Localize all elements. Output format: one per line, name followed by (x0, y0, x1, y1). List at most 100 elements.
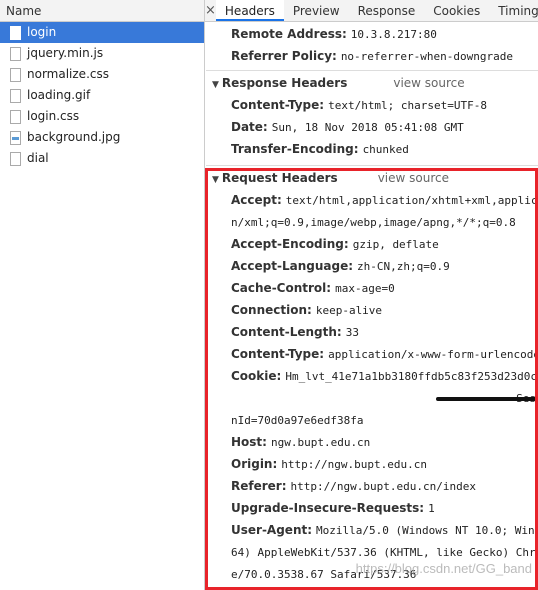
header-value: ngw.bupt.edu.cn (270, 436, 371, 449)
header-key: Content-Type: (231, 347, 325, 361)
header-key: Content-Type: (231, 98, 325, 112)
file-list-item[interactable]: login (0, 22, 204, 43)
header-value: text/html; charset=UTF-8 (328, 99, 488, 112)
header-row: Connection: keep-alive (206, 299, 538, 321)
triangle-down-icon[interactable]: ▼ (212, 175, 219, 185)
file-list-item[interactable]: loading.gif (0, 85, 204, 106)
header-row-continuation: 64) AppleWebKit/537.36 (KHTML, like Geck… (206, 541, 538, 563)
header-row-cookie: Cookie: Hm_lvt_41e71a1bb3180ffdb5c83f253d… (206, 365, 538, 387)
header-value: 10.3.8.217:80 (350, 28, 437, 41)
view-source-link[interactable]: view source (378, 171, 449, 185)
header-key: Origin: (231, 457, 278, 471)
header-row-continuation: n/xml;q=0.9,image/webp,image/apng,*/*;q=… (206, 211, 538, 233)
tab-headers[interactable]: Headers (215, 0, 284, 21)
header-key: Accept-Encoding: (231, 237, 349, 251)
section-title: Response Headers (221, 76, 348, 90)
triangle-down-icon[interactable]: ▼ (212, 80, 219, 90)
header-value: http://ngw.bupt.edu.cn/index (290, 480, 476, 493)
header-row: Accept-Encoding: gzip, deflate (206, 233, 538, 255)
file-list: login jquery.min.js normalize.css loading.g… (0, 22, 204, 169)
header-key: Transfer-Encoding: (231, 142, 359, 156)
header-value: chunked (362, 143, 409, 156)
header-row: Transfer-Encoding: chunked (206, 138, 538, 160)
request-list-panel: Name login jquery.min.js normalize.css load… (0, 0, 205, 590)
file-name: login (27, 25, 57, 39)
file-name: normalize.css (27, 67, 109, 81)
file-name: login.css (27, 109, 80, 123)
header-key: Referrer Policy: (231, 49, 337, 63)
header-key: Remote Address: (231, 27, 347, 41)
header-value: zh-CN,zh;q=0.9 (357, 260, 450, 273)
file-list-item[interactable]: background.jpg (0, 127, 204, 148)
header-value: e/70.0.3538.67 Safari/537.36 (231, 568, 417, 581)
remote-address-row: Remote Address: 10.3.8.217:80 (206, 23, 538, 45)
header-value: Sun, 18 Nov 2018 05:41:08 GMT (271, 121, 464, 134)
file-name: loading.gif (27, 88, 91, 102)
file-name: background.jpg (27, 130, 121, 144)
header-value: application/x-www-form-urlencoded (328, 348, 538, 361)
header-value: 33 (345, 326, 359, 339)
header-key: Content-Length: (231, 325, 342, 339)
header-row-accept: Accept: text/html,application/xhtml+xml,a… (206, 189, 538, 211)
header-key: Upgrade-Insecure-Requests: (231, 501, 425, 515)
request-headers-section[interactable]: ▼ Request Headers view source (206, 165, 538, 189)
header-row: Cache-Control: max-age=0 (206, 277, 538, 299)
header-value: text/html,application/xhtml+xml,applicat (285, 194, 538, 207)
header-key: User-Agent: (231, 523, 313, 537)
header-value: http://ngw.bupt.edu.cn (281, 458, 427, 471)
view-source-link[interactable]: view source (393, 76, 464, 90)
header-key: Connection: (231, 303, 312, 317)
header-row: Content-Length: 33 (206, 321, 538, 343)
name-column-header[interactable]: Name (0, 0, 204, 22)
image-icon (10, 130, 21, 145)
response-headers-section[interactable]: ▼ Response Headers view source (206, 70, 538, 94)
header-row: Content-Type: application/x-www-form-urle… (206, 343, 538, 365)
header-row: Host: ngw.bupt.edu.cn (206, 431, 538, 453)
tab-cookies[interactable]: Cookies (424, 0, 489, 21)
tabs: Headers Preview Response Cookies Timing (215, 0, 538, 21)
header-value: 1 (428, 502, 435, 515)
header-value: nId=70d0a97e6edf38fa (231, 414, 364, 427)
header-row: Referer: http://ngw.bupt.edu.cn/index (206, 475, 538, 497)
header-row: Content-Type: text/html; charset=UTF-8 (206, 94, 538, 116)
tab-timing[interactable]: Timing (489, 0, 538, 21)
header-value: Mozilla/5.0 (Windows NT 10.0; Win64 (316, 524, 538, 537)
document-icon (10, 67, 21, 82)
header-value: Hm_lvt_41e71a1bb3180ffdb5c83f253d23d0c (285, 370, 537, 383)
header-key: Cookie: (231, 369, 282, 383)
header-key: Referer: (231, 479, 287, 493)
header-value: max-age=0 (335, 282, 395, 295)
header-value: keep-alive (315, 304, 383, 317)
document-icon (10, 109, 21, 124)
header-key: Cache-Control: (231, 281, 332, 295)
header-value: no-referrer-when-downgrade (340, 50, 513, 63)
tab-response[interactable]: Response (349, 0, 425, 21)
document-icon (10, 25, 21, 40)
document-icon (10, 88, 21, 103)
close-icon[interactable]: × (205, 0, 216, 21)
header-key: Accept-Language: (231, 259, 354, 273)
file-list-item[interactable]: dial (0, 148, 204, 169)
document-icon (10, 151, 21, 166)
header-value: Ses (516, 392, 536, 405)
header-row: Accept-Language: zh-CN,zh;q=0.9 (206, 255, 538, 277)
referrer-policy-row: Referrer Policy: no-referrer-when-downgra… (206, 45, 538, 67)
header-value: 64) AppleWebKit/537.36 (KHTML, like Geck… (231, 546, 536, 559)
header-key: Date: (231, 120, 268, 134)
details-tab-bar: × Headers Preview Response Cookies Timing (205, 0, 538, 22)
header-row-continuation: e/70.0.3538.67 Safari/537.36 (206, 563, 538, 585)
header-key: Accept: (231, 193, 282, 207)
file-list-item[interactable]: login.css (0, 106, 204, 127)
header-value: gzip, deflate (352, 238, 439, 251)
file-list-item[interactable]: normalize.css (0, 64, 204, 85)
header-value: n/xml;q=0.9,image/webp,image/apng,*/*;q=… (231, 216, 516, 229)
file-name: jquery.min.js (27, 46, 104, 60)
tab-preview[interactable]: Preview (284, 0, 349, 21)
file-list-item[interactable]: jquery.min.js (0, 43, 204, 64)
header-row-user-agent: User-Agent: Mozilla/5.0 (Windows NT 10.0;… (206, 519, 538, 541)
file-name: dial (27, 151, 49, 165)
headers-pane: Remote Address: 10.3.8.217:80 Referrer Po… (206, 23, 538, 590)
header-key: Host: (231, 435, 267, 449)
redacted-cookie-line: Ses (206, 387, 538, 409)
header-row: Origin: http://ngw.bupt.edu.cn (206, 453, 538, 475)
